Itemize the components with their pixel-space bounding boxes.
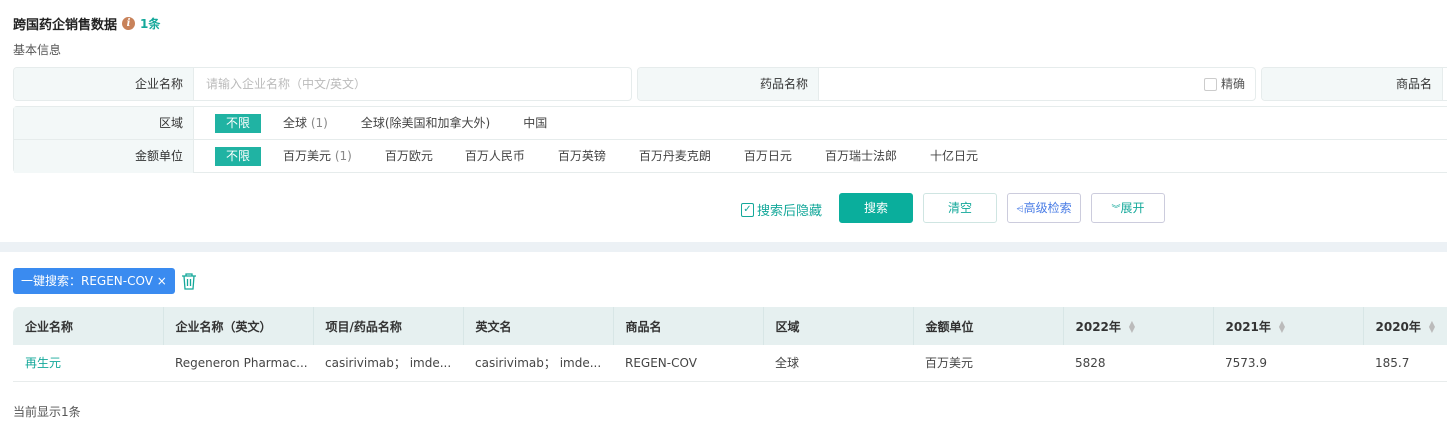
company-link[interactable]: 再生元 (13, 345, 163, 382)
column-header: 商品名 (613, 307, 764, 345)
page-title: 跨国药企销售数据 i 1条 (13, 14, 160, 33)
unit-option[interactable]: 百万欧元 (374, 147, 444, 166)
column-header: 英文名 (463, 307, 614, 345)
header-label: 区域 (775, 319, 800, 334)
filter-grid: 区域 不限 全球 (1) 全球(除美国和加拿大外) 中国 金额单位 不限 百万美… (13, 106, 1447, 173)
unit-filter: 金额单位 不限 百万美元 (1) 百万欧元 百万人民币 百万英镑 百万丹麦克朗 … (14, 140, 1447, 173)
unit-option[interactable]: 百万日元 (733, 147, 803, 166)
table-cell: 5828 (1063, 345, 1213, 382)
company-input[interactable]: 请输入企业名称（中文/英文） (194, 68, 631, 100)
table-cell: 百万美元 (913, 345, 1063, 382)
region-option[interactable]: 全球 (1) (272, 114, 339, 133)
advanced-search-button[interactable]: ⩤高级检索 (1007, 193, 1081, 223)
unit-option[interactable]: 百万丹麦克朗 (628, 147, 722, 166)
result-count: 1条 (140, 17, 161, 31)
table-cell: 185.7 (1363, 345, 1447, 382)
chevrons-down-icon: ︾ (1111, 205, 1121, 215)
chip-label: 一键搜索：REGEN-COV (21, 274, 153, 288)
drug-label: 药品名称 (638, 68, 819, 100)
company-field: 企业名称 请输入企业名称（中文/英文） (13, 67, 632, 101)
table-cell: Regeneron Pharmac... (163, 345, 313, 382)
advanced-icon: ⩤ (1016, 205, 1024, 215)
header-label: 企业名称（英文） (175, 319, 272, 334)
column-header: 金额单位 (913, 307, 1064, 345)
check-icon: ✓ (741, 202, 754, 217)
header-label: 企业名称 (25, 319, 74, 334)
table-cell: 全球 (763, 345, 913, 382)
close-icon[interactable]: × (157, 274, 167, 288)
column-header: 区域 (763, 307, 914, 345)
results-table: 企业名称 企业名称（英文） 项目/药品名称 英文名 商品名 区域 金额单位 2022年 ▲ ▼ 20… (13, 307, 1447, 382)
header-label: 项目/药品名称 (325, 319, 402, 334)
drug-field: 药品名称 精确 (637, 67, 1256, 101)
header-label: 商品名 (625, 319, 662, 334)
unit-option[interactable]: 不限 (215, 147, 262, 166)
checkbox-icon (1203, 77, 1217, 91)
sort-icon[interactable]: ▲ ▼ (1129, 320, 1135, 334)
section-divider (0, 242, 1447, 252)
exact-label: 精确 (1220, 77, 1245, 91)
brand-field: 商品名 (1261, 67, 1447, 101)
clear-button[interactable]: 清空 (923, 193, 997, 223)
table-cell: casirivimab； imde... (463, 345, 613, 382)
column-header[interactable]: 2022年 ▲ ▼ (1063, 307, 1214, 345)
footer-count: 当前显示1条 (13, 405, 81, 419)
unit-option[interactable]: 十亿日元 (919, 147, 989, 166)
table-cell: casirivimab； imde... (313, 345, 463, 382)
option-count: (1) (310, 115, 328, 130)
region-option[interactable]: 中国 (512, 114, 558, 133)
option-count: (1) (334, 149, 352, 163)
column-header: 项目/药品名称 (313, 307, 464, 345)
column-header[interactable]: 2021年 ▲ ▼ (1213, 307, 1364, 345)
column-header[interactable]: 2020年 ▲ ▼ (1363, 307, 1447, 345)
hide-after-search-checkbox[interactable]: ✓ 搜索后隐藏 (741, 200, 822, 219)
expand-label: 展开 (1120, 201, 1145, 215)
hide-after-search-label: 搜索后隐藏 (757, 204, 823, 219)
unit-option[interactable]: 百万美元 (1) (272, 147, 363, 166)
region-filter: 区域 不限 全球 (1) 全球(除美国和加拿大外) 中国 (14, 107, 1447, 140)
table-header-row: 企业名称 企业名称（英文） 项目/药品名称 英文名 商品名 区域 金额单位 2022年 ▲ ▼ 20… (13, 307, 1447, 345)
region-option[interactable]: 不限 (215, 113, 262, 133)
exact-checkbox[interactable]: 精确 (1203, 68, 1245, 100)
drug-input[interactable]: 精确 (819, 68, 1255, 100)
brand-input[interactable] (1443, 68, 1447, 100)
search-button[interactable]: 搜索 (839, 193, 913, 223)
trash-icon[interactable] (181, 272, 197, 290)
table-cell: 7573.9 (1213, 345, 1363, 382)
header-label: 2021年 (1225, 319, 1271, 334)
expand-button[interactable]: ︾展开 (1091, 193, 1165, 223)
region-label: 区域 (14, 107, 194, 139)
column-header: 企业名称（英文） (163, 307, 314, 345)
table-cell: REGEN-COV (613, 345, 763, 382)
sort-icon[interactable]: ▲ ▼ (1279, 320, 1285, 334)
sort-icon[interactable]: ▲ ▼ (1429, 320, 1435, 334)
header-label: 2020年 (1375, 319, 1421, 334)
option-label: 全球 (283, 115, 308, 130)
region-option[interactable]: 全球(除美国和加拿大外) (350, 114, 501, 133)
header-label: 金额单位 (925, 319, 974, 334)
company-label: 企业名称 (14, 68, 194, 100)
unit-option[interactable]: 百万瑞士法郎 (814, 147, 908, 166)
table-row: 再生元 Regeneron Pharmac... casirivimab； imde… (13, 345, 1447, 382)
search-chip[interactable]: 一键搜索：REGEN-COV × (13, 268, 175, 294)
header-label: 2022年 (1075, 319, 1121, 334)
section-title: 基本信息 (13, 43, 62, 57)
info-icon[interactable]: i (122, 17, 136, 30)
advanced-label: 高级检索 (1023, 201, 1072, 215)
column-header: 企业名称 (13, 307, 164, 345)
brand-label: 商品名 (1262, 68, 1443, 100)
option-label: 百万美元 (283, 149, 332, 163)
title-text: 跨国药企销售数据 (13, 18, 118, 33)
unit-option[interactable]: 百万人民币 (454, 147, 536, 166)
header-label: 英文名 (475, 319, 512, 334)
unit-label: 金额单位 (14, 140, 194, 173)
unit-option[interactable]: 百万英镑 (547, 147, 617, 166)
